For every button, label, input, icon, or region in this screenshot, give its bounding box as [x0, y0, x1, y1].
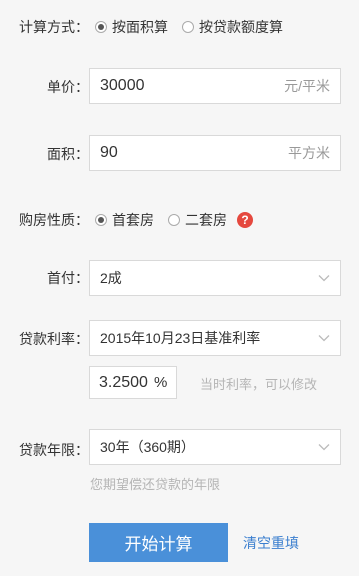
- down-payment-label: 首付：: [47, 270, 89, 286]
- unit-price-label: 单价：: [47, 79, 89, 95]
- chevron-down-icon: [318, 335, 330, 342]
- calc-method-area-radio[interactable]: 按面积算: [95, 17, 168, 37]
- calc-method-loan-amount-radio[interactable]: 按贷款额度算: [182, 17, 283, 37]
- loan-term-value: 30年（360期）: [100, 439, 195, 455]
- radio-unchecked-icon: [168, 214, 180, 226]
- chevron-down-icon: [318, 275, 330, 282]
- loan-term-select[interactable]: 30年（360期）: [89, 429, 341, 465]
- house-type-first-radio[interactable]: 首套房: [95, 210, 154, 230]
- radio-checked-icon: [95, 21, 107, 33]
- calc-method-label: 计算方式：: [19, 19, 89, 35]
- area-value: 90: [100, 144, 118, 161]
- house-type-second-radio[interactable]: 二套房: [168, 210, 227, 230]
- calc-method-loan-amount-label: 按贷款额度算: [199, 19, 283, 35]
- down-payment-value: 2成: [100, 270, 122, 286]
- radio-checked-icon: [95, 214, 107, 226]
- clear-reset-link[interactable]: 清空重填: [243, 533, 299, 553]
- area-input[interactable]: 90 平方米: [89, 135, 341, 171]
- loan-rate-value: 2015年10月23日基准利率: [100, 330, 261, 346]
- down-payment-select[interactable]: 2成: [89, 260, 341, 296]
- help-icon[interactable]: ?: [237, 212, 253, 228]
- radio-unchecked-icon: [182, 21, 194, 33]
- loan-term-hint: 您期望偿还贷款的年限: [90, 477, 221, 492]
- calculate-button[interactable]: 开始计算: [89, 523, 228, 562]
- unit-price-input[interactable]: 30000 元/平米: [89, 68, 341, 104]
- chevron-down-icon: [318, 444, 330, 451]
- loan-rate-label: 贷款利率：: [19, 331, 89, 347]
- calc-method-area-label: 按面积算: [112, 19, 168, 35]
- calc-method-radio-group: 按面积算 按贷款额度算: [95, 17, 297, 37]
- house-type-radio-group: 首套房 二套房 ?: [95, 210, 253, 230]
- rate-percent-unit: %: [153, 374, 168, 391]
- unit-price-unit: 元/平米: [284, 78, 330, 94]
- area-label: 面积：: [47, 146, 89, 162]
- rate-value-input[interactable]: 3.2500 %: [89, 366, 177, 399]
- house-type-second-label: 二套房: [185, 212, 227, 228]
- house-type-label: 购房性质：: [19, 212, 89, 228]
- rate-hint: 当时利率，可以修改: [200, 377, 318, 392]
- rate-value: 3.2500: [99, 373, 148, 391]
- loan-rate-select[interactable]: 2015年10月23日基准利率: [89, 320, 341, 356]
- loan-term-label: 贷款年限：: [19, 442, 89, 458]
- unit-price-value: 30000: [100, 77, 145, 94]
- area-unit: 平方米: [288, 145, 330, 161]
- house-type-first-label: 首套房: [112, 212, 154, 228]
